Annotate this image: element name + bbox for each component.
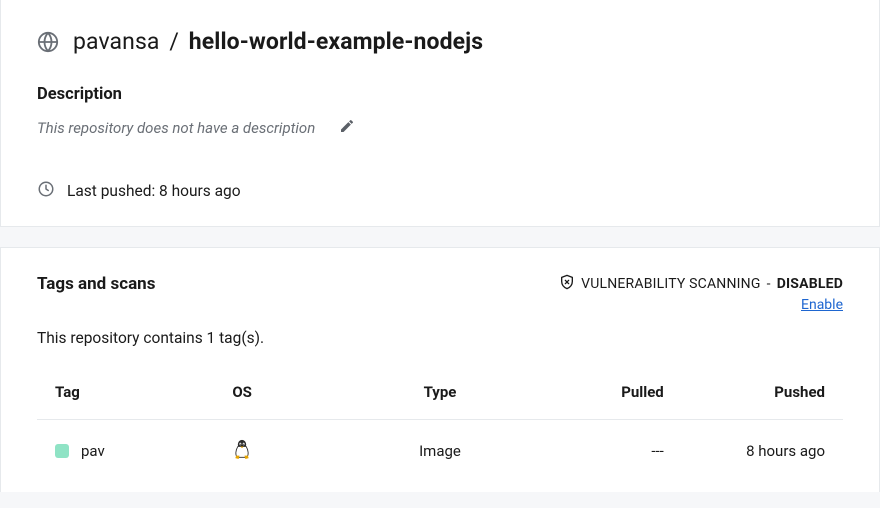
col-header-pushed[interactable]: Pushed bbox=[682, 373, 843, 420]
repo-title-separator: / bbox=[169, 28, 179, 55]
repo-header-card: pavansa / hello-world-example-nodejs Des… bbox=[0, 0, 880, 227]
repo-name: hello-world-example-nodejs bbox=[189, 28, 483, 55]
col-header-os[interactable]: OS bbox=[214, 373, 359, 420]
tags-title: Tags and scans bbox=[37, 274, 155, 294]
linux-icon bbox=[232, 446, 252, 464]
vuln-scanning-label: VULNERABILITY SCANNING bbox=[581, 276, 761, 292]
last-pushed-text: Last pushed: 8 hours ago bbox=[67, 182, 241, 200]
repo-owner: pavansa bbox=[73, 28, 160, 55]
description-heading: Description bbox=[37, 85, 843, 104]
tags-table: Tag OS Type Pulled Pushed pav bbox=[37, 373, 843, 482]
tags-header-row: Tags and scans VULNERABILITY SCANNING - … bbox=[37, 274, 843, 313]
description-placeholder: This repository does not have a descript… bbox=[37, 119, 315, 137]
repo-title-row: pavansa / hello-world-example-nodejs bbox=[37, 28, 843, 55]
table-header-row: Tag OS Type Pulled Pushed bbox=[37, 373, 843, 420]
tags-count-text: This repository contains 1 tag(s). bbox=[37, 329, 843, 347]
vuln-scanning-status: DISABLED bbox=[777, 276, 843, 292]
shield-x-icon bbox=[559, 274, 575, 294]
tag-color-swatch bbox=[55, 444, 69, 458]
edit-description-icon[interactable] bbox=[339, 118, 355, 138]
description-row: This repository does not have a descript… bbox=[37, 118, 843, 138]
tags-card: Tags and scans VULNERABILITY SCANNING - … bbox=[0, 247, 880, 492]
col-header-tag[interactable]: Tag bbox=[37, 373, 214, 420]
repo-title: pavansa / hello-world-example-nodejs bbox=[73, 28, 483, 55]
vuln-separator: - bbox=[767, 276, 771, 292]
globe-icon bbox=[37, 31, 59, 53]
vulnerability-status-line: VULNERABILITY SCANNING - DISABLED bbox=[559, 274, 843, 294]
tag-pushed: 8 hours ago bbox=[682, 420, 843, 483]
last-pushed-row: Last pushed: 8 hours ago bbox=[37, 180, 843, 202]
table-row[interactable]: pav bbox=[37, 420, 843, 483]
tag-type: Image bbox=[359, 420, 520, 483]
tag-pulled: --- bbox=[521, 420, 682, 483]
tag-name[interactable]: pav bbox=[81, 442, 105, 460]
clock-icon bbox=[37, 180, 55, 202]
col-header-pulled[interactable]: Pulled bbox=[521, 373, 682, 420]
enable-scanning-link[interactable]: Enable bbox=[801, 297, 843, 313]
vulnerability-status-block: VULNERABILITY SCANNING - DISABLED Enable bbox=[559, 274, 843, 313]
col-header-type[interactable]: Type bbox=[359, 373, 520, 420]
tag-cell: pav bbox=[55, 442, 196, 460]
